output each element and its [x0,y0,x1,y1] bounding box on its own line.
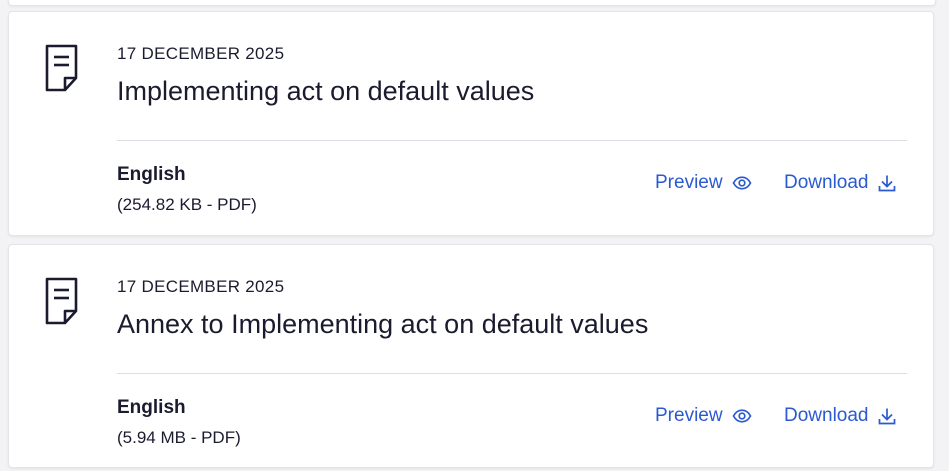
document-icon [45,44,78,92]
preview-label: Preview [655,172,723,193]
download-label: Download [784,172,869,193]
document-file-info: (254.82 KB - PDF) [117,195,257,214]
download-link[interactable]: Download [784,172,896,194]
divider [117,373,907,374]
document-title: Annex to Implementing act on default val… [117,309,649,339]
previous-card-edge [8,0,936,6]
preview-link[interactable]: Preview [655,172,752,194]
document-icon [45,277,78,325]
download-icon [878,174,896,192]
document-file-info: (5.94 MB - PDF) [117,428,241,447]
preview-label: Preview [655,405,723,426]
preview-link[interactable]: Preview [655,405,752,427]
document-card: 17 DECEMBER 2025 Implementing act on def… [8,11,934,236]
document-list: 17 DECEMBER 2025 Implementing act on def… [0,0,949,471]
download-icon [878,407,896,425]
download-label: Download [784,405,869,426]
document-card: 17 DECEMBER 2025 Annex to Implementing a… [8,244,934,468]
divider [117,140,907,141]
document-language: English [117,164,186,185]
document-date: 17 DECEMBER 2025 [117,277,285,296]
download-link[interactable]: Download [784,405,896,427]
eye-icon [732,176,752,190]
document-language: English [117,397,186,418]
document-date: 17 DECEMBER 2025 [117,44,285,63]
eye-icon [732,409,752,423]
document-title: Implementing act on default values [117,76,535,106]
